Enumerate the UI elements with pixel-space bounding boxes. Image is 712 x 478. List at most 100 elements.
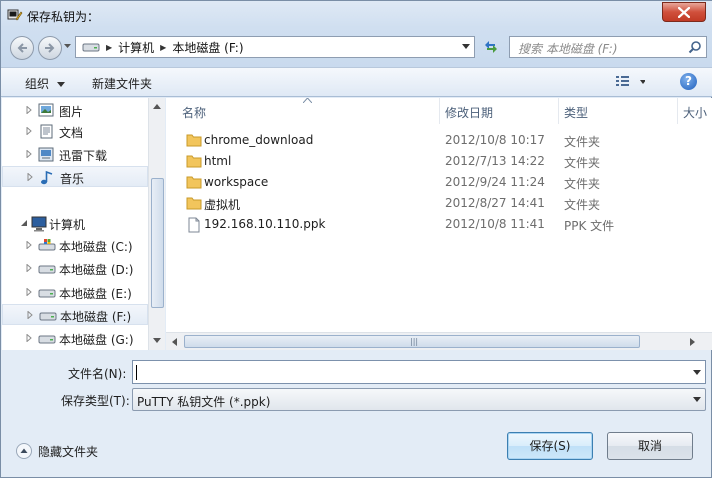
nav-item-drive-d[interactable]: 本地磁盘 (D:) (2, 258, 148, 279)
refresh-icon[interactable] (479, 36, 503, 58)
folder-icon (186, 155, 202, 168)
scroll-right-icon[interactable] (690, 338, 695, 346)
chevron-down-icon[interactable] (693, 370, 701, 375)
chevron-down-icon[interactable] (462, 44, 470, 49)
nav-label: 本地磁盘 (G:) (59, 333, 134, 347)
hide-folders-label: 隐藏文件夹 (38, 445, 99, 459)
save-dialog: 保存私钥为： ▶ 计算机 ▶ 本地磁盘 (F:) 搜索 本地磁盘 (F:) 组织… (0, 0, 712, 478)
close-button[interactable] (662, 2, 706, 22)
recent-pages-dropdown[interactable] (64, 44, 71, 49)
address-bar[interactable]: ▶ 计算机 ▶ 本地磁盘 (F:) (75, 36, 475, 58)
chevron-right-icon[interactable]: ▶ (160, 43, 166, 52)
expand-arrow-icon[interactable] (26, 127, 32, 135)
new-folder-button[interactable]: 新建文件夹 (92, 75, 152, 92)
chevron-down-icon (693, 397, 701, 402)
expand-arrow-icon[interactable] (26, 334, 32, 342)
collapse-arrow-icon[interactable] (20, 219, 28, 227)
cancel-button[interactable]: 取消 (607, 432, 693, 460)
chevron-down-icon (56, 82, 65, 87)
nav-item-pictures[interactable]: 图片 (2, 100, 148, 121)
file-name: workspace (204, 175, 269, 189)
search-input[interactable]: 搜索 本地磁盘 (F:) (509, 36, 707, 58)
nav-label: 迅雷下载 (59, 149, 108, 163)
save-type-select[interactable]: PuTTY 私钥文件 (*.ppk) (132, 388, 706, 411)
file-list-horizontal-scrollbar[interactable]: ||| (166, 332, 712, 350)
text-caret (136, 365, 137, 380)
breadcrumb-drive-f[interactable]: 本地磁盘 (F:) (172, 39, 243, 56)
nav-label: 本地磁盘 (E:) (59, 287, 132, 301)
file-date: 2012/9/24 11:24 (445, 175, 545, 189)
view-list-icon (616, 76, 646, 86)
command-bar: 组织 新建文件夹 ? (1, 67, 712, 97)
expand-arrow-icon[interactable] (27, 311, 33, 319)
column-header-type[interactable]: 类型 (559, 98, 678, 124)
nav-label: 本地磁盘 (D:) (59, 263, 134, 277)
nav-pane-scrollbar[interactable] (148, 98, 165, 350)
back-button[interactable] (10, 36, 34, 60)
file-row[interactable]: workspace 2012/9/24 11:24 文件夹 (166, 172, 712, 193)
forward-button[interactable] (38, 36, 62, 60)
column-header-size[interactable]: 大小 (678, 98, 712, 124)
scrollbar-thumb[interactable] (151, 178, 164, 308)
expand-arrow-icon[interactable] (27, 173, 33, 181)
filename-label: 文件名(N): (68, 367, 127, 381)
file-type: 文件夹 (564, 156, 601, 170)
nav-item-computer[interactable]: 计算机 (2, 213, 148, 234)
expand-arrow-icon[interactable] (26, 241, 32, 249)
documents-icon (40, 124, 53, 139)
search-icon[interactable] (688, 40, 702, 54)
help-icon[interactable]: ? (680, 73, 697, 90)
file-date: 2012/8/27 14:41 (445, 196, 545, 210)
nav-item-xunlei-downloads[interactable]: 迅雷下载 (2, 144, 148, 165)
nav-label: 本地磁盘 (F:) (60, 310, 132, 324)
column-label: 类型 (564, 106, 589, 120)
computer-icon (31, 216, 47, 232)
file-date: 2012/10/8 11:41 (445, 217, 545, 231)
nav-item-drive-f[interactable]: 本地磁盘 (F:) (2, 304, 148, 325)
file-type: 文件夹 (564, 135, 601, 149)
drive-icon (38, 289, 56, 298)
nav-label: 计算机 (49, 218, 86, 232)
nav-label: 本地磁盘 (C:) (59, 240, 133, 254)
close-icon (678, 7, 690, 18)
expand-arrow-icon[interactable] (26, 106, 32, 114)
chevron-right-icon[interactable]: ▶ (106, 43, 112, 52)
expand-arrow-icon[interactable] (26, 288, 32, 296)
file-row[interactable]: html 2012/7/13 14:22 文件夹 (166, 151, 712, 172)
nav-label: 文档 (59, 126, 84, 140)
nav-item-drive-e[interactable]: 本地磁盘 (E:) (2, 282, 148, 303)
folder-icon (186, 197, 202, 210)
scroll-down-icon[interactable] (153, 338, 161, 343)
scroll-left-icon[interactable] (172, 338, 177, 346)
column-header-name[interactable]: 名称 (166, 98, 440, 124)
save-button[interactable]: 保存(S) (507, 432, 593, 460)
breadcrumb-computer[interactable]: 计算机 (118, 39, 154, 56)
drive-icon (39, 312, 57, 321)
nav-item-music[interactable]: 音乐 (2, 166, 148, 187)
organize-label: 组织 (25, 77, 50, 91)
scrollbar-thumb[interactable]: ||| (184, 335, 640, 348)
expand-arrow-icon[interactable] (26, 150, 32, 158)
save-type-value: PuTTY 私钥文件 (*.ppk) (137, 395, 271, 409)
change-view-button[interactable] (615, 74, 646, 93)
music-icon (41, 170, 53, 185)
file-type: 文件夹 (564, 177, 601, 191)
file-row[interactable]: 虚拟机 2012/8/27 14:41 文件夹 (166, 193, 712, 214)
scroll-up-icon[interactable] (153, 104, 161, 109)
navigation-pane: 图片 文档 迅雷下载 音乐 计算机 本地磁盘 (C:) 本地磁盘 (D:) 本地… (2, 98, 148, 350)
windows-drive-icon (38, 239, 56, 251)
organize-menu[interactable]: 组织 (25, 75, 65, 92)
search-placeholder: 搜索 本地磁盘 (F:) (518, 42, 618, 56)
column-header-date[interactable]: 修改日期 (440, 98, 559, 124)
save-type-label: 保存类型(T): (61, 394, 130, 408)
filename-field[interactable] (132, 360, 706, 384)
folder-icon (186, 176, 202, 189)
file-name: html (204, 154, 232, 168)
nav-item-drive-g[interactable]: 本地磁盘 (G:) (2, 328, 148, 349)
expand-arrow-icon[interactable] (26, 264, 32, 272)
nav-item-documents[interactable]: 文档 (2, 121, 148, 142)
nav-item-drive-c[interactable]: 本地磁盘 (C:) (2, 235, 148, 256)
file-date: 2012/7/13 14:22 (445, 154, 545, 168)
file-row[interactable]: chrome_download 2012/10/8 10:17 文件夹 (166, 130, 712, 151)
file-row[interactable]: 192.168.10.110.ppk 2012/10/8 11:41 PPK 文… (166, 214, 712, 235)
